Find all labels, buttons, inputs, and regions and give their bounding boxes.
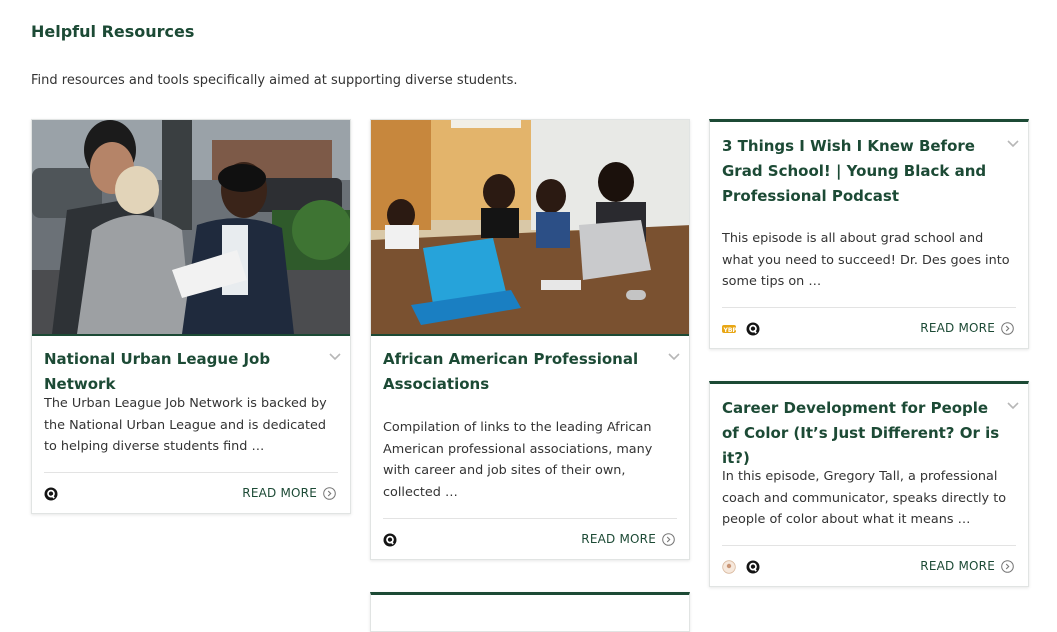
podcast-logo-icon: YBP bbox=[722, 325, 737, 334]
read-more-label: READ MORE bbox=[920, 321, 995, 335]
arrow-circle-right-icon bbox=[1001, 321, 1014, 335]
arrow-circle-right-icon bbox=[1001, 559, 1014, 573]
card-title[interactable]: Career Development for People of Color (… bbox=[722, 396, 1007, 471]
read-more-button[interactable]: READ MORE bbox=[581, 532, 675, 546]
card-title[interactable]: 3 Things I Wish I Knew Before Grad Schoo… bbox=[722, 134, 1007, 209]
read-more-label: READ MORE bbox=[242, 486, 317, 500]
quora-q-icon bbox=[746, 560, 760, 574]
card-title[interactable]: African American Professional Associatio… bbox=[383, 347, 653, 397]
card-image-meeting-room bbox=[371, 120, 689, 336]
resource-card[interactable]: 3 Things I Wish I Knew Before Grad Schoo… bbox=[709, 119, 1029, 349]
card-divider bbox=[383, 518, 677, 519]
card-source-icons: YBP bbox=[722, 321, 760, 337]
resource-card[interactable] bbox=[370, 592, 690, 632]
chevron-down-icon[interactable] bbox=[1006, 401, 1020, 411]
chevron-down-icon[interactable] bbox=[667, 352, 681, 362]
card-description: In this episode, Gregory Tall, a profess… bbox=[722, 469, 1007, 528]
resource-card[interactable]: National Urban League Job Network The Ur… bbox=[31, 119, 351, 514]
card-divider bbox=[722, 545, 1016, 546]
card-source-icons bbox=[722, 559, 760, 575]
card-description: This episode is all about grad school an… bbox=[722, 231, 1010, 290]
card-title[interactable]: National Urban League Job Network bbox=[44, 347, 314, 397]
resource-card[interactable]: Career Development for People of Color (… bbox=[709, 381, 1029, 587]
read-more-button[interactable]: READ MORE bbox=[920, 321, 1014, 335]
read-more-button[interactable]: READ MORE bbox=[242, 486, 336, 500]
chevron-down-icon[interactable] bbox=[1006, 139, 1020, 149]
chevron-down-icon[interactable] bbox=[328, 352, 342, 362]
read-more-label: READ MORE bbox=[920, 559, 995, 573]
quora-q-icon bbox=[44, 487, 58, 501]
svg-text:YBP: YBP bbox=[723, 327, 737, 334]
card-source-icons bbox=[383, 532, 397, 548]
podcast-avatar-icon bbox=[722, 560, 736, 574]
quora-q-icon bbox=[383, 533, 397, 547]
read-more-label: READ MORE bbox=[581, 532, 656, 546]
read-more-button[interactable]: READ MORE bbox=[920, 559, 1014, 573]
card-source-icons bbox=[44, 486, 58, 502]
quora-q-icon bbox=[746, 322, 760, 336]
card-divider bbox=[722, 307, 1016, 308]
card-divider bbox=[44, 472, 338, 473]
section-title: Helpful Resources bbox=[31, 22, 195, 41]
resource-card[interactable]: African American Professional Associatio… bbox=[370, 119, 690, 560]
card-description: Compilation of links to the leading Afri… bbox=[383, 420, 653, 500]
card-description: The Urban League Job Network is backed b… bbox=[44, 396, 327, 455]
arrow-circle-right-icon bbox=[662, 532, 675, 546]
card-image-street-conversation bbox=[32, 120, 350, 336]
section-intro: Find resources and tools specifically ai… bbox=[31, 73, 518, 88]
arrow-circle-right-icon bbox=[323, 486, 336, 500]
